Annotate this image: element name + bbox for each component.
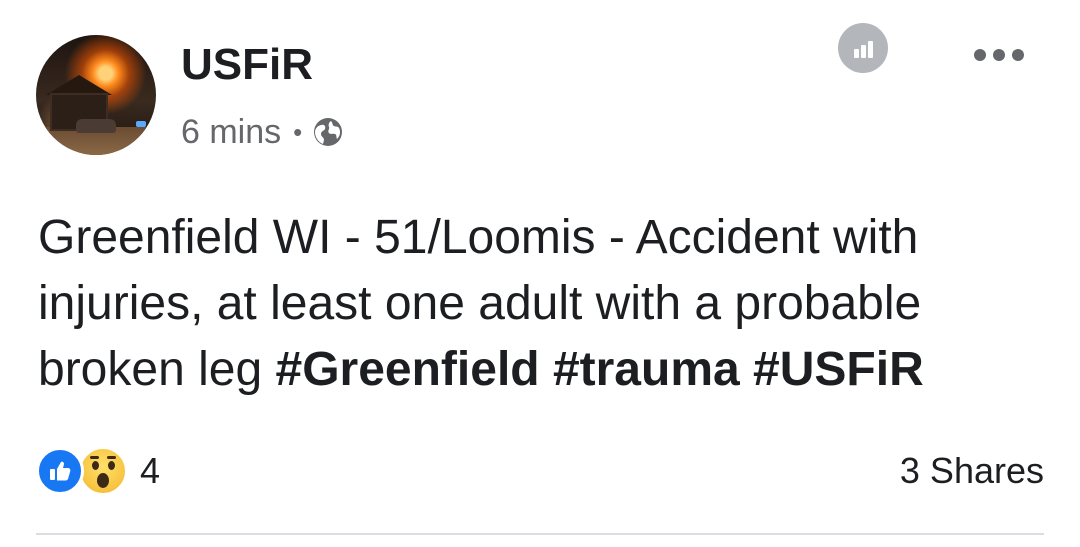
post-timestamp[interactable]: 6 mins <box>181 113 281 152</box>
avatar-scene-car <box>76 119 116 133</box>
hashtag-link[interactable]: #Greenfield <box>276 343 540 396</box>
reactions-summary[interactable]: 4 <box>36 445 160 497</box>
divider <box>36 533 1044 535</box>
post-card: USFiR 6 mins • Greenfield WI - 51/Loomis… <box>0 0 1080 547</box>
meta-separator: • <box>293 116 303 147</box>
profile-avatar[interactable] <box>36 35 156 155</box>
shares-count[interactable]: 3 Shares <box>900 447 1044 495</box>
post-author-name[interactable]: USFiR <box>181 38 313 92</box>
wow-reaction-icon <box>78 446 128 496</box>
post-body-text: Greenfield WI - 51/Loomis - Accident wit… <box>38 205 1048 403</box>
like-reaction-icon <box>36 447 84 495</box>
avatar-scene-emergency-light <box>136 121 146 127</box>
hashtag-link[interactable]: #USFiR <box>753 343 924 396</box>
hashtag-link[interactable]: #trauma <box>553 343 740 396</box>
post-meta: 6 mins • <box>181 108 344 156</box>
globe-icon[interactable] <box>312 116 344 148</box>
reaction-count[interactable]: 4 <box>140 450 160 492</box>
avatar-scene-roof <box>46 75 112 95</box>
insights-bar-chart-icon[interactable] <box>838 23 888 73</box>
more-options-icon[interactable] <box>974 45 1024 65</box>
